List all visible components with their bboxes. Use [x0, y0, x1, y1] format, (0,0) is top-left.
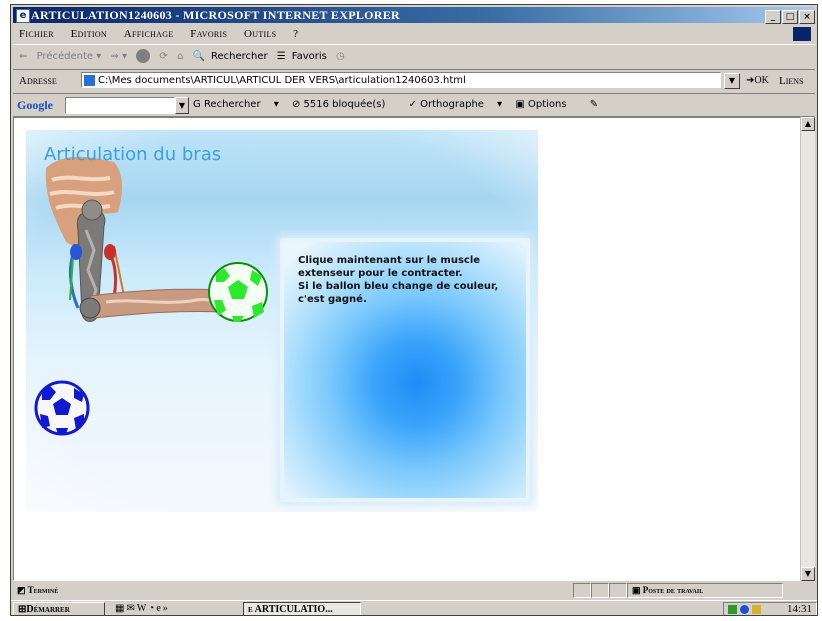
home-icon[interactable]: ⌂: [177, 51, 183, 62]
back-button[interactable]: ⇐ Précédente ▾: [19, 51, 101, 62]
instruction-text: Clique maintenant sur le muscle extenseu…: [298, 254, 512, 306]
google-dropdown-icon[interactable]: ▼: [175, 97, 189, 114]
go-label: OK: [754, 75, 769, 86]
shoulder-joint: [81, 199, 103, 221]
status-label: Terminé: [27, 585, 59, 595]
refresh-icon[interactable]: ⟳: [159, 51, 167, 62]
scroll-up-icon[interactable]: ▲: [801, 117, 815, 131]
address-value: C:\Mes documents\ARTICUL\ARTICUL DER VER…: [98, 75, 466, 86]
links-button[interactable]: Liens: [779, 69, 804, 93]
menu-favoris[interactable]: Favoris: [190, 28, 227, 40]
window-title: ARTICULATION1240603 - MICROSOFT INTERNET…: [31, 8, 400, 22]
google-search-button[interactable]: G Rechercher ▾: [193, 99, 279, 110]
spelling-button[interactable]: ✓ Orthographe ▾: [409, 99, 503, 110]
menu-outils[interactable]: Outils: [244, 28, 276, 40]
green-ball[interactable]: [208, 262, 268, 322]
windows-logo-icon: [793, 27, 811, 41]
instruction-line: Clique maintenant sur le muscle: [298, 255, 481, 266]
menu-fichier[interactable]: Fichier: [19, 28, 54, 40]
standard-toolbar: ⇐ Précédente ▾ ⇒ ▾ ⟳ ⌂ 🔍 Rechercher ☰ Favo…: [13, 44, 815, 70]
popup-blocker-button[interactable]: ⊘ 5516 bloquée(s): [292, 99, 395, 110]
network-icon[interactable]: [728, 605, 737, 614]
menu-bar: Fichier Edition Affichage Favoris Outils…: [13, 25, 815, 43]
go-button[interactable]: ➜OK: [746, 69, 769, 93]
menu-help[interactable]: ?: [293, 28, 298, 40]
google-search-input[interactable]: [65, 97, 175, 114]
quicklaunch-more[interactable]: »: [163, 603, 170, 614]
instruction-line: c'est gagné.: [298, 294, 367, 305]
history-icon[interactable]: ◷: [336, 51, 345, 62]
status-bar: ◩ Terminé ▣ Poste de travail: [13, 582, 815, 598]
page-viewport: Articulation du bras Clique maintenant s…: [13, 117, 803, 581]
status-segment: [591, 583, 609, 598]
status-text: ◩ Terminé: [17, 585, 59, 595]
menu-affichage[interactable]: Affichage: [124, 28, 174, 40]
minimize-button[interactable]: _: [765, 10, 781, 24]
instruction-line: extenseur pour le contracter.: [298, 268, 463, 279]
status-segment: [573, 583, 591, 598]
volume-icon[interactable]: [752, 605, 761, 614]
address-input[interactable]: C:\Mes documents\ARTICUL\ARTICUL DER VER…: [81, 72, 721, 88]
blue-ball[interactable]: [34, 380, 90, 436]
favorites-label: Favoris: [291, 51, 327, 62]
clock: 14:31: [786, 603, 812, 615]
options-button[interactable]: ▣ Options: [515, 99, 576, 110]
blocked-count: 5516 bloquée(s): [303, 99, 386, 110]
globe-icon[interactable]: [740, 605, 749, 614]
taskbar-ie-window[interactable]: e ARTICULATIO...: [243, 602, 361, 615]
address-label: Adresse: [19, 75, 57, 87]
stop-icon[interactable]: [136, 49, 151, 63]
search-label: Rechercher: [210, 51, 268, 62]
favorites-button[interactable]: ☰ Favoris: [277, 51, 327, 62]
outlook-icon[interactable]: ✉: [126, 603, 136, 614]
maximize-button[interactable]: □: [782, 10, 798, 24]
menu-edition[interactable]: Edition: [71, 28, 107, 40]
vertical-scrollbar[interactable]: ▲ ▼: [800, 117, 815, 581]
address-dropdown-icon[interactable]: ▼: [724, 73, 740, 89]
zone-label: Poste de travail: [642, 585, 704, 595]
google-search-label: Rechercher: [203, 99, 261, 110]
forward-button[interactable]: ⇒ ▾: [110, 51, 127, 62]
google-logo[interactable]: Google: [17, 94, 53, 116]
elbow-joint: [79, 297, 101, 319]
security-zone: ▣ Poste de travail: [627, 583, 783, 598]
system-tray: 14:31: [723, 602, 817, 615]
pencil-icon[interactable]: ✎: [590, 99, 598, 110]
browser-window: e ARTICULATION1240603 - MICROSOFT INTERN…: [10, 4, 818, 616]
back-label: Précédente: [36, 51, 94, 62]
scroll-down-icon[interactable]: ▼: [801, 567, 815, 581]
window-controls: _ □ ×: [764, 8, 815, 24]
title-bar[interactable]: e ARTICULATION1240603 - MICROSOFT INTERN…: [13, 7, 815, 24]
options-label: Options: [527, 99, 567, 110]
instruction-panel: Clique maintenant sur le muscle extenseu…: [280, 238, 530, 502]
desktop-icon[interactable]: ▦: [115, 603, 126, 614]
task-label: ARTICULATIO...: [254, 604, 333, 615]
stage-title: Articulation du bras: [44, 144, 222, 165]
address-bar: Adresse C:\Mes documents\ARTICUL\ARTICUL…: [13, 69, 815, 94]
status-segment: [609, 583, 627, 598]
start-button[interactable]: ⊞Démarrer: [13, 602, 105, 615]
spelling-label: Orthographe: [420, 99, 484, 110]
close-button[interactable]: ×: [799, 10, 815, 24]
instruction-line: Si le ballon bleu change de couleur,: [298, 281, 499, 292]
google-toolbar: Google ▼ G Rechercher ▾ ⊘ 5516 bloquée(s…: [13, 94, 815, 117]
ie-icon: e: [16, 9, 30, 23]
search-button[interactable]: 🔍 Rechercher: [193, 51, 268, 62]
quick-launch: ▦✉W◔e»: [115, 603, 170, 614]
word-icon[interactable]: W: [137, 603, 148, 614]
page-icon: [84, 75, 95, 86]
start-label: Démarrer: [26, 604, 70, 615]
taskbar: ⊞Démarrer ▦✉W◔e» e ARTICULATIO... 14:31: [11, 600, 817, 615]
flash-stage[interactable]: Articulation du bras Clique maintenant s…: [26, 130, 538, 512]
